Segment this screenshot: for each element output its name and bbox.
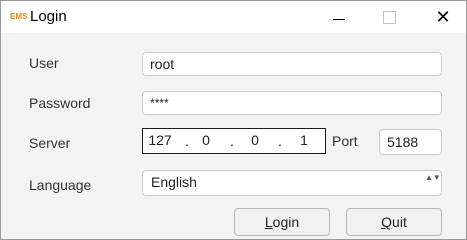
user-label: User bbox=[29, 55, 59, 71]
login-button-label: ogin bbox=[272, 214, 300, 230]
language-label: Language bbox=[29, 177, 92, 193]
port-input[interactable]: 5188 bbox=[379, 129, 442, 155]
password-label: Password bbox=[29, 95, 91, 111]
quit-mnemonic: Q bbox=[381, 214, 393, 230]
ip-octet-1[interactable]: 127 bbox=[147, 132, 173, 148]
server-label: Server bbox=[29, 135, 71, 151]
window-title: Login bbox=[30, 8, 67, 25]
maximize-button bbox=[366, 1, 412, 33]
language-select[interactable]: English ▲▼ bbox=[142, 170, 442, 196]
password-input[interactable]: **** bbox=[142, 91, 442, 115]
updown-arrows-icon: ▲▼ bbox=[425, 173, 441, 182]
server-ip-input[interactable]: 127 . 0 . 0 . 1 bbox=[142, 128, 326, 154]
ip-separator: . bbox=[185, 133, 189, 149]
user-input[interactable]: root bbox=[142, 52, 442, 76]
login-window: EMS Login ✕ User root Password **** Serv… bbox=[0, 0, 467, 240]
quit-button[interactable]: Quit bbox=[346, 208, 442, 236]
quit-button-label: uit bbox=[392, 214, 407, 230]
minimize-icon bbox=[333, 18, 345, 20]
ip-separator: . bbox=[230, 133, 234, 149]
language-selected-value: English bbox=[151, 174, 197, 190]
ip-octet-2[interactable]: 0 bbox=[193, 132, 219, 148]
ip-octet-4[interactable]: 1 bbox=[291, 132, 317, 148]
login-mnemonic: L bbox=[264, 214, 273, 230]
title-bar[interactable]: EMS Login ✕ bbox=[1, 1, 466, 33]
close-button[interactable]: ✕ bbox=[420, 1, 466, 33]
ip-separator: . bbox=[278, 133, 282, 149]
minimize-button[interactable] bbox=[316, 1, 362, 33]
ip-octet-3[interactable]: 0 bbox=[242, 132, 268, 148]
port-label: Port bbox=[332, 133, 358, 149]
close-icon: ✕ bbox=[435, 7, 451, 27]
maximize-icon bbox=[382, 10, 396, 24]
ems-app-icon: EMS bbox=[10, 12, 28, 21]
login-button[interactable]: Login bbox=[234, 208, 330, 236]
